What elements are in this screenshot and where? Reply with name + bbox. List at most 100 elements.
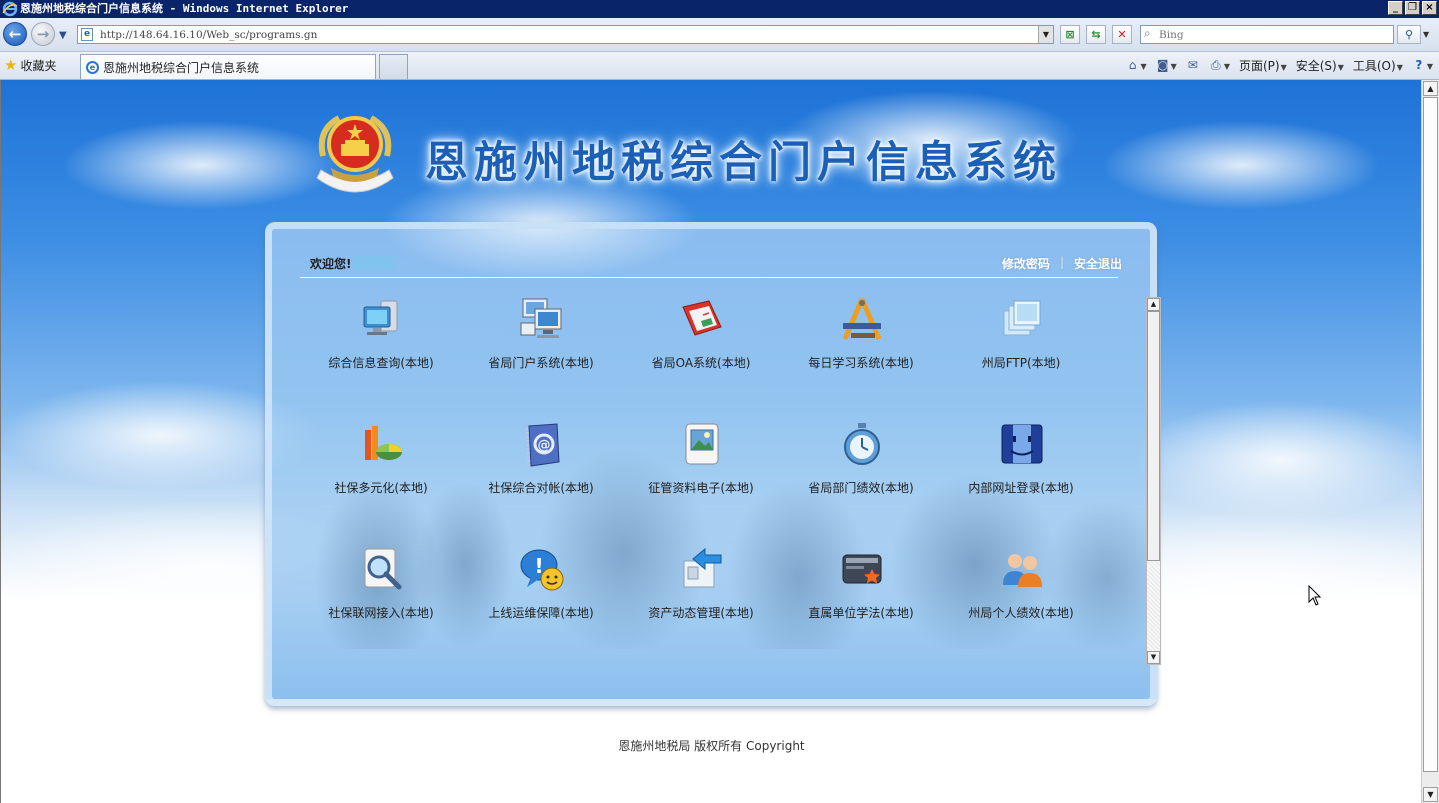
app-item[interactable]: 综合信息查询(本地)	[306, 297, 456, 387]
link-separator: |	[1059, 255, 1064, 269]
magnifier-document-icon	[364, 548, 402, 590]
help-smiley-icon: !	[520, 549, 564, 591]
app-list-scrollbar[interactable]: ▲ ▼	[1146, 297, 1161, 665]
mouse-cursor-icon	[1308, 585, 1322, 606]
help-icon: ?	[1415, 58, 1423, 72]
tools-menu[interactable]: 工具(O)▼	[1353, 57, 1403, 74]
app-label: 省局门户系统(本地)	[488, 356, 594, 370]
compatibility-view-button[interactable]: ⊠	[1060, 25, 1080, 44]
app-label: 上线运维保障(本地)	[488, 606, 594, 620]
command-bar: ⌂ ▼ ◙ ▼ ✉ ⎙ ▼ 页面(P)▼ 安全(S)▼ 工具(O)▼ ? ▼	[1126, 56, 1433, 74]
page-scroll-thumb[interactable]	[1423, 97, 1438, 772]
stop-button[interactable]: ✕	[1112, 25, 1132, 44]
help-button[interactable]: ? ▼	[1412, 58, 1433, 72]
star-card-icon	[842, 554, 882, 584]
search-provider-icon: ⌕	[1144, 26, 1151, 40]
app-item[interactable]: 内部网址登录(本地)	[946, 422, 1096, 512]
site-title: 恩施州地税综合门户信息系统	[425, 138, 1062, 188]
app-item[interactable]: 每日学习系统(本地)	[786, 297, 936, 387]
ie-logo-icon	[2, 1, 18, 17]
stopwatch-icon	[844, 423, 880, 465]
address-book-icon: @	[525, 423, 560, 467]
minimize-button[interactable]: _	[1388, 1, 1403, 15]
address-dropdown-icon[interactable]: ▼	[1038, 26, 1053, 43]
app-item[interactable]: ! 上线运维保障(本地)	[466, 547, 616, 637]
stacked-windows-icon	[1003, 300, 1041, 336]
tab-title: 恩施州地税综合门户信息系统	[103, 60, 260, 75]
search-button[interactable]: ⚲	[1397, 25, 1421, 44]
search-input[interactable]	[1159, 26, 1389, 43]
back-button[interactable]: ←	[3, 22, 27, 46]
app-label: 州局FTP(本地)	[981, 356, 1061, 370]
scroll-thumb[interactable]	[1147, 311, 1160, 561]
home-button[interactable]: ⌂ ▼	[1126, 58, 1147, 72]
mail-button[interactable]: ✉	[1186, 58, 1200, 72]
app-item[interactable]: 资产动态管理(本地)	[626, 547, 776, 637]
search-options-dropdown-icon[interactable]: ▼	[1423, 30, 1429, 39]
restore-button[interactable]: ❐	[1405, 1, 1420, 15]
close-window-button[interactable]: ×	[1422, 1, 1437, 15]
app-label: 省局OA系统(本地)	[651, 356, 751, 370]
refresh-button[interactable]: ⇆	[1086, 25, 1106, 44]
favorites-button[interactable]: ★ 收藏夹	[4, 56, 56, 74]
app-item[interactable]: @ 社保综合对帐(本地)	[466, 422, 616, 512]
app-item[interactable]: 社保联网接入(本地)	[306, 547, 456, 637]
page-menu[interactable]: 页面(P)▼	[1239, 57, 1287, 74]
picture-document-icon	[685, 423, 719, 465]
new-tab-button[interactable]	[379, 54, 408, 79]
app-label: 征管资料电子(本地)	[648, 481, 754, 495]
app-label: 社保综合对帐(本地)	[488, 481, 594, 495]
tab-row: ★ 收藏夹 e 恩施州地税综合门户信息系统 ⌂ ▼ ◙ ▼ ✉ ⎙ ▼ 页面(P)▼ …	[0, 52, 1439, 80]
navigation-bar: ← → ▼ e http://148.64.16.10/Web_sc/progr…	[0, 18, 1439, 52]
finder-face-icon	[1001, 424, 1043, 464]
rss-icon: ◙	[1156, 58, 1169, 72]
address-bar[interactable]: e http://148.64.16.10/Web_sc/programs.gn…	[77, 25, 1054, 44]
star-icon: ★	[4, 56, 18, 74]
logout-link[interactable]: 安全退出	[1074, 255, 1122, 272]
drafting-tools-icon	[842, 298, 882, 340]
tab-current[interactable]: e 恩施州地税综合门户信息系统	[80, 54, 376, 79]
window-title-bar: 恩施州地税综合门户信息系统 - Windows Internet Explore…	[0, 0, 1439, 18]
page-scroll-up-icon[interactable]: ▲	[1423, 81, 1438, 96]
app-label: 资产动态管理(本地)	[648, 606, 754, 620]
multiple-monitors-icon	[520, 298, 562, 338]
svg-text:@: @	[538, 438, 551, 453]
page-scroll-down-icon[interactable]: ▼	[1423, 787, 1438, 802]
search-box[interactable]: ⌕	[1140, 25, 1394, 44]
scroll-down-arrow-icon[interactable]: ▼	[1147, 651, 1160, 664]
tax-bureau-emblem-icon	[316, 115, 394, 193]
app-item[interactable]: 征管资料电子(本地)	[626, 422, 776, 512]
mail-icon: ✉	[1187, 58, 1198, 72]
change-password-link[interactable]: 修改密码	[1002, 255, 1050, 272]
welcome-label: 欢迎您!	[310, 257, 352, 271]
arrow-document-icon	[683, 547, 722, 588]
recent-pages-dropdown-icon[interactable]: ▼	[59, 30, 67, 41]
welcome-text: 欢迎您!	[310, 255, 396, 272]
scroll-up-arrow-icon[interactable]: ▲	[1147, 298, 1160, 311]
address-url[interactable]: http://148.64.16.10/Web_sc/programs.gn	[100, 27, 317, 43]
forward-button[interactable]: →	[31, 22, 55, 46]
app-label: 省局部门绩效(本地)	[808, 481, 914, 495]
computer-network-icon	[363, 300, 398, 335]
app-item[interactable]: 州局FTP(本地)	[946, 297, 1096, 387]
app-item[interactable]: 省局门户系统(本地)	[466, 297, 616, 387]
window-title: 恩施州地税综合门户信息系统 - Windows Internet Explore…	[20, 2, 349, 15]
app-item[interactable]: 直属单位学法(本地)	[786, 547, 936, 637]
ie-page-icon: e	[86, 60, 99, 74]
page-scrollbar[interactable]: ▲ ▼	[1421, 80, 1439, 803]
app-item[interactable]: 省局OA系统(本地)	[626, 297, 776, 387]
app-label: 内部网址登录(本地)	[968, 481, 1074, 495]
panel-divider	[300, 277, 1118, 278]
safety-menu[interactable]: 安全(S)▼	[1296, 57, 1344, 74]
feeds-button[interactable]: ◙ ▼	[1156, 58, 1177, 72]
app-label: 每日学习系统(本地)	[808, 356, 914, 370]
print-button[interactable]: ⎙ ▼	[1209, 58, 1230, 72]
home-icon: ⌂	[1128, 58, 1137, 72]
app-label: 综合信息查询(本地)	[328, 356, 434, 370]
app-item[interactable]: 社保多元化(本地)	[306, 422, 456, 512]
pie-chart-icon	[365, 426, 402, 460]
app-item[interactable]: 州局个人绩效(本地)	[946, 547, 1096, 637]
app-label: 州局个人绩效(本地)	[968, 606, 1074, 620]
app-item[interactable]: 省局部门绩效(本地)	[786, 422, 936, 512]
printer-icon: ⎙	[1211, 58, 1221, 72]
